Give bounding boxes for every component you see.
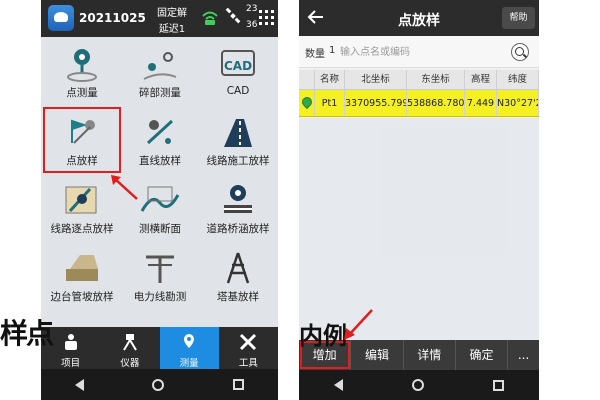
- menu-item-label: 道路桥涵放样: [206, 223, 270, 235]
- row-pin-cell: [299, 90, 315, 116]
- bridge-stakeout-icon: [216, 181, 260, 219]
- nav-home-icon[interactable]: [152, 378, 165, 391]
- point-survey-icon: [60, 45, 104, 83]
- annotation-arrow: [111, 175, 138, 200]
- table-row[interactable]: Pt1 3370955.799 538868.780 7.449 N30°27'…: [299, 90, 539, 117]
- menu-item-label: 点测量: [66, 87, 98, 99]
- header-cell: [299, 70, 315, 89]
- date-text: 20211025: [79, 11, 146, 25]
- menu-item-label: 塔基放样: [217, 291, 259, 303]
- satellite-icon: [225, 8, 241, 24]
- menu-item-label: 碎部测量: [139, 87, 181, 99]
- menu-item-label: CAD: [226, 85, 250, 97]
- left-phone-screen: 20211025 固定解 延迟1 23 36 点测量 碎部测量 CAD CAD 点放样 直…: [41, 0, 278, 400]
- menu-item-label: 直线放样: [139, 155, 181, 167]
- power-line-icon: [138, 249, 182, 287]
- table-empty-area: [299, 118, 539, 340]
- annotation-arrow: [344, 309, 373, 340]
- satellite-count-top: 23: [246, 4, 258, 14]
- project-icon: [64, 334, 77, 350]
- confirm-button[interactable]: 确定: [456, 340, 509, 370]
- line-stakeout-icon: [138, 113, 182, 151]
- point-table: 名称 北坐标 东坐标 高程 纬度 Pt1 3370955.799 538868.…: [299, 70, 539, 117]
- survey-icon: [184, 334, 195, 348]
- bottom-tab-bar: 项目 仪器 测量 工具: [41, 327, 278, 369]
- route-point-icon: [60, 181, 104, 219]
- menu-item[interactable]: 电力线勘测: [123, 245, 197, 307]
- count-label: 数量: [305, 49, 325, 60]
- header-cell: 东坐标: [407, 70, 465, 89]
- header-cell: 高程: [465, 70, 497, 89]
- nav-home-icon[interactable]: [411, 379, 424, 391]
- tab-instrument-label: 仪器: [120, 358, 140, 369]
- menu-item-label: 点放样: [66, 155, 98, 167]
- menu-item[interactable]: 点测量: [45, 41, 119, 103]
- menu-item-label: 电力线勘测: [133, 291, 187, 303]
- header-cell: 纬度: [497, 70, 539, 89]
- cell-north: 3370955.799: [345, 90, 407, 116]
- tab-tools[interactable]: 工具: [219, 327, 278, 369]
- status-bar: 20211025 固定解 延迟1 23 36: [41, 0, 278, 37]
- menu-item-label: 线路施工放样: [206, 155, 270, 167]
- tools-icon: [240, 333, 257, 351]
- menu-item[interactable]: 道路桥涵放样: [201, 177, 275, 239]
- menu-item-label: 测横断面: [139, 223, 181, 235]
- menu-item[interactable]: 塔基放样: [201, 245, 275, 307]
- count-value: 1: [329, 45, 336, 56]
- search-row: 数量 1: [299, 36, 539, 68]
- android-nav-bar: [41, 369, 278, 400]
- slope-stakeout-icon: [60, 249, 104, 287]
- cell-name: Pt1: [315, 90, 345, 116]
- help-button[interactable]: 帮助: [502, 7, 535, 29]
- cad-icon: CAD: [216, 45, 260, 83]
- detail-survey-icon: [138, 45, 182, 83]
- more-button[interactable]: ...: [508, 340, 539, 370]
- instrument-icon: [123, 334, 137, 351]
- nav-recent-icon[interactable]: [232, 379, 244, 390]
- header-cell: 北坐标: [345, 70, 407, 89]
- menu-item[interactable]: 边台管坡放样: [45, 245, 119, 307]
- survey-menu-panel: 点测量 碎部测量 CAD CAD 点放样 直线放样 线路施工放样线路逐点放样 测横断面 道路桥涵…: [41, 37, 278, 327]
- menu-item[interactable]: 线路逐点放样: [45, 177, 119, 239]
- cell-latitude: N30°27'28.8: [497, 90, 539, 116]
- app-grid-icon[interactable]: [259, 10, 274, 25]
- tab-project-label: 项目: [61, 358, 81, 369]
- tower-icon: [216, 249, 260, 287]
- search-icon[interactable]: [511, 43, 529, 61]
- menu-item-label: 线路逐点放样: [50, 223, 114, 235]
- point-stakeout-icon: [60, 113, 104, 151]
- android-nav-bar: [299, 370, 539, 400]
- menu-item[interactable]: 碎部测量: [123, 41, 197, 103]
- tab-instrument[interactable]: 仪器: [100, 327, 159, 369]
- menu-item[interactable]: 直线放样: [123, 109, 197, 171]
- tab-tools-label: 工具: [238, 358, 258, 369]
- cell-elevation: 7.449: [465, 90, 497, 116]
- cross-section-icon: [138, 181, 182, 219]
- fix-status: 固定解: [157, 8, 187, 19]
- nav-back-icon[interactable]: [75, 378, 85, 391]
- location-pin-icon: [299, 94, 314, 110]
- search-input[interactable]: [340, 42, 500, 62]
- nav-back-icon[interactable]: [333, 379, 343, 391]
- signal-icon: [202, 11, 218, 25]
- menu-item[interactable]: 线路施工放样: [201, 109, 275, 171]
- overlay-caption-left: 样点: [0, 317, 54, 350]
- details-button[interactable]: 详情: [404, 340, 456, 370]
- satellite-count-bottom: 36: [246, 20, 258, 30]
- table-header: 名称 北坐标 东坐标 高程 纬度: [299, 70, 539, 90]
- svg-text:CAD: CAD: [224, 59, 252, 73]
- delay-status: 延迟1: [158, 24, 186, 35]
- cell-east: 538868.780: [407, 90, 465, 116]
- nav-recent-icon[interactable]: [493, 379, 505, 391]
- tab-survey-label: 测量: [179, 358, 199, 369]
- header-bar: 点放样 帮助: [299, 0, 539, 36]
- menu-item-label: 边台管坡放样: [50, 291, 114, 303]
- menu-item[interactable]: 点放样: [43, 107, 121, 173]
- tab-survey[interactable]: 测量: [159, 327, 219, 369]
- header-cell: 名称: [315, 70, 345, 89]
- route-construction-icon: [216, 113, 260, 151]
- menu-item[interactable]: CAD CAD: [201, 41, 275, 103]
- app-logo-icon[interactable]: [48, 5, 74, 31]
- edit-button[interactable]: 编辑: [351, 340, 404, 370]
